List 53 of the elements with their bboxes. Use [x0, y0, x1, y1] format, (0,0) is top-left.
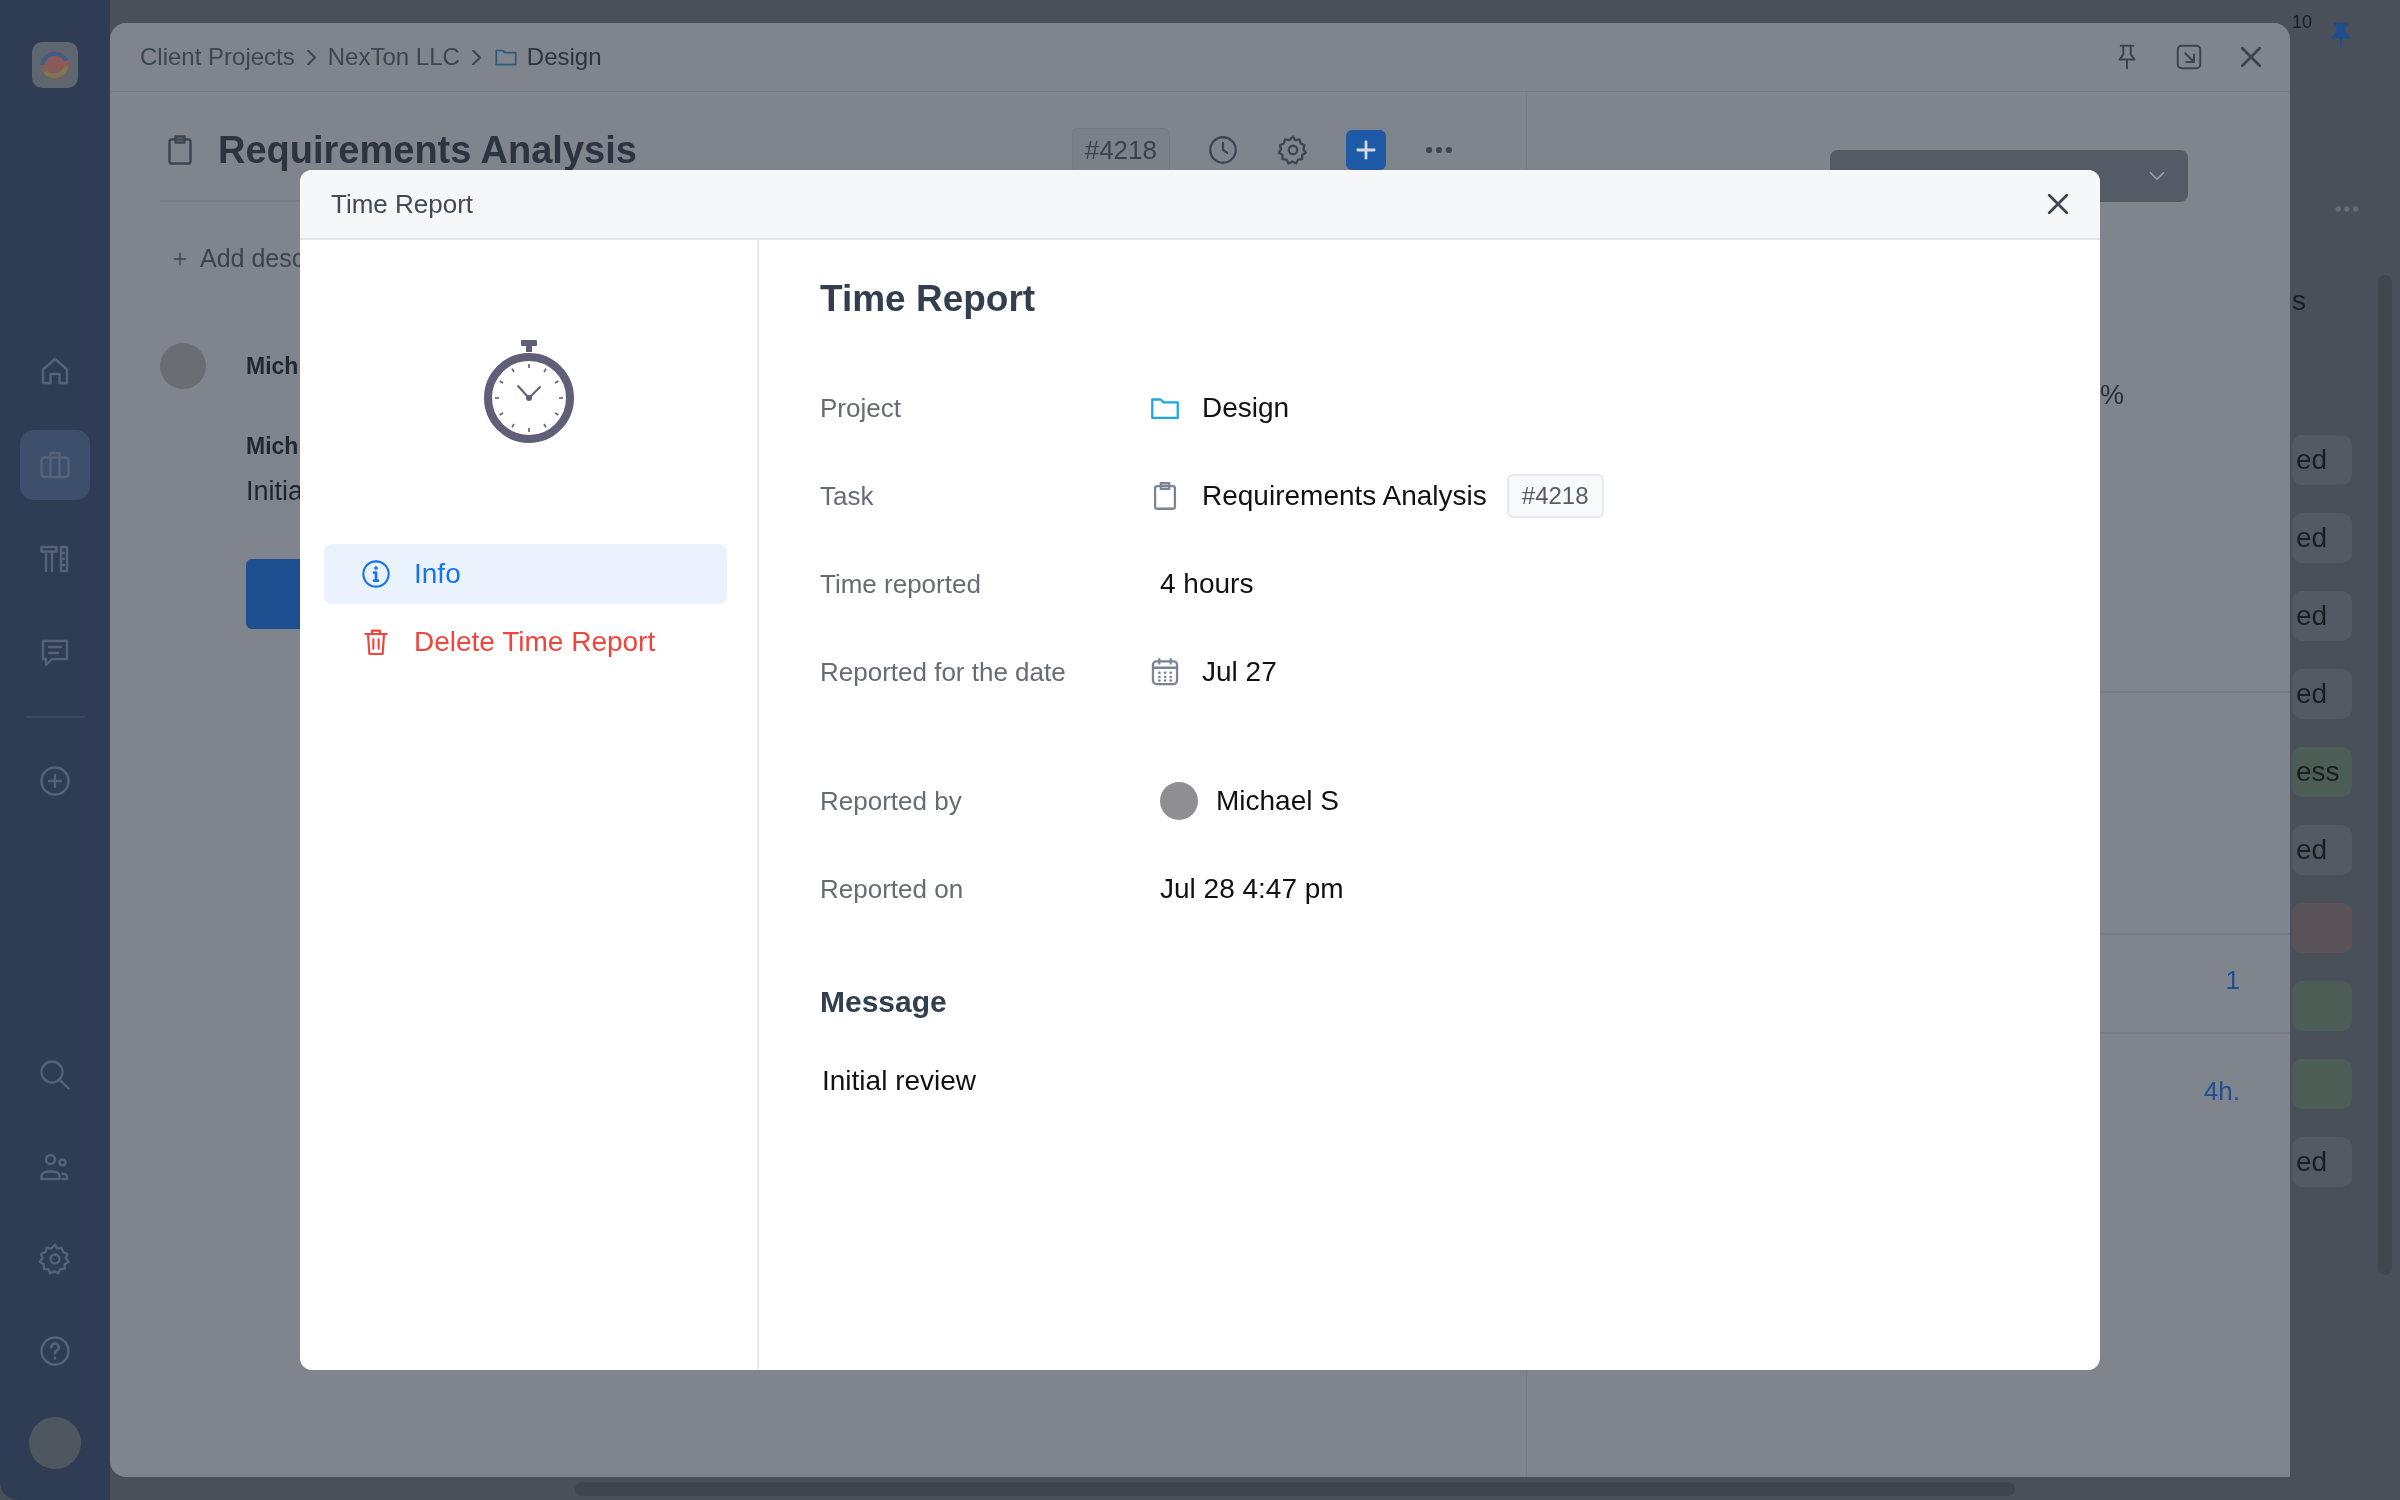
task-link[interactable]: Requirements Analysis — [1202, 480, 1487, 512]
field-value: Jul 27 — [1202, 656, 1277, 688]
author-name: Mich — [246, 433, 299, 460]
field-label: Reported by — [820, 785, 963, 817]
briefcase-button[interactable] — [20, 430, 90, 500]
add-icon — [37, 763, 73, 799]
field-value: Jul 28 4:47 pm — [1160, 873, 1344, 905]
task-number: #4218 — [1506, 474, 1604, 518]
status-tag: ed — [2292, 591, 2352, 641]
exit-icon[interactable] — [2174, 42, 2204, 72]
chevron-icon — [306, 49, 316, 65]
delete-button[interactable]: Delete Time Report — [324, 612, 727, 672]
task-number: #4218 — [1071, 127, 1170, 173]
status-tag: ess — [2292, 747, 2352, 797]
chevron-icon — [471, 49, 481, 65]
field-label: Project — [820, 392, 902, 424]
add-button[interactable] — [1346, 130, 1386, 170]
settings-icon — [37, 1241, 73, 1277]
task-title: Requirements Analysis — [218, 128, 637, 172]
breadcrumb-link[interactable]: Design — [526, 43, 602, 71]
message-text: Initial review — [822, 1065, 978, 1097]
section-heading: Time Report — [820, 277, 1037, 321]
info-tab[interactable]: Info — [324, 544, 727, 604]
author-name: Mich — [246, 352, 299, 380]
field-label: Reported for the date — [820, 656, 1067, 688]
breadcrumb-link[interactable]: NexTon LLC — [327, 43, 460, 71]
info-icon — [360, 558, 392, 590]
count-link[interactable]: 4h. — [2203, 1076, 2240, 1107]
person-name: Michael S — [1216, 785, 1339, 817]
dialog-title: Time Report — [331, 188, 474, 220]
avatar-icon — [1160, 782, 1198, 820]
percent-fragment: % — [2100, 380, 2124, 411]
status-tag: ed — [2292, 513, 2352, 563]
field-label: Time reported — [820, 568, 982, 600]
field-label: Task — [820, 480, 875, 512]
field-value: 4 hours — [1160, 568, 1254, 600]
field-label: Reported on — [820, 873, 965, 905]
status-tag: ed — [2292, 669, 2352, 719]
section-heading: Message — [820, 985, 948, 1019]
app-logo — [32, 42, 78, 88]
avatar-icon — [29, 1417, 81, 1469]
breadcrumb-link[interactable]: Client Projects — [140, 43, 295, 71]
status-tag: ed — [2292, 435, 2352, 485]
message-text: Initia — [246, 476, 304, 507]
status-tag: ed — [2292, 825, 2352, 875]
clock-icon[interactable] — [1206, 133, 1240, 167]
project-link[interactable]: Design — [1202, 392, 1290, 424]
settings-icon[interactable] — [1276, 133, 1310, 167]
status-tag: ed — [2292, 1137, 2352, 1187]
count-link[interactable]: 1 — [2225, 965, 2240, 996]
search-icon — [37, 1057, 73, 1093]
avatar-icon — [160, 343, 206, 389]
help-icon — [37, 1333, 73, 1369]
